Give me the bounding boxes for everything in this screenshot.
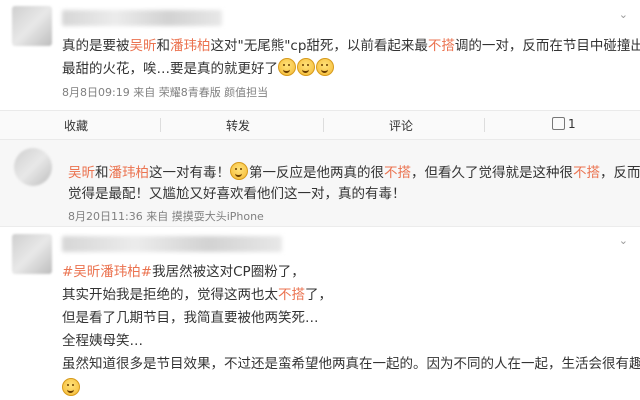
text: 调的一对，反而在节目中碰撞出 — [454, 38, 640, 54]
post-text-line-4: 全程姨母笑… — [62, 333, 143, 349]
text: 这一对有毒！ — [149, 165, 230, 181]
highlight-name[interactable]: 吴昕 — [130, 38, 157, 54]
weibo-post-3: ⌄ #吴昕潘玮柏#我居然被这对CP圈粉了， 其实开始我是拒绝的，觉得这两也太不搭… — [0, 228, 640, 400]
username-blurred[interactable] — [62, 236, 282, 252]
laughing-emoji-icon — [62, 378, 80, 396]
highlight-name[interactable]: 潘玮柏 — [170, 38, 211, 54]
highlight-keyword: 不搭 — [278, 287, 305, 303]
text: 我居然被这对CP圈粉了， — [152, 264, 305, 280]
text: 这对"无尾熊"cp甜死，以前看起来最 — [210, 38, 428, 54]
highlight-keyword: 不搭 — [573, 165, 600, 181]
avatar[interactable] — [14, 148, 52, 186]
favorite-button[interactable]: 收藏 — [64, 117, 88, 134]
text: 和 — [95, 165, 109, 181]
comment-button[interactable]: 评论 — [389, 117, 413, 134]
highlight-name[interactable]: 吴昕 — [68, 165, 95, 181]
divider — [484, 118, 485, 132]
smile-emoji-icon — [297, 58, 315, 76]
highlight-keyword: 不搭 — [384, 165, 411, 181]
post-text-line-1: #吴昕潘玮柏#我居然被这对CP圈粉了， — [62, 262, 305, 282]
post-text-line-2: 最甜的火花，唉…要是真的就更好了 — [62, 58, 335, 79]
avatar[interactable] — [12, 6, 52, 46]
post-text-line-1: 吴昕和潘玮柏这一对有毒！ 第一反应是他两真的很不搭，但看久了觉得就是这种很不搭，反… — [68, 162, 640, 183]
chevron-down-icon[interactable]: ⌄ — [619, 8, 628, 21]
smile-emoji-icon — [278, 58, 296, 76]
like-button[interactable]: 1 — [552, 117, 576, 131]
repost-button[interactable]: 转发 — [226, 117, 250, 134]
action-bar: 收藏 转发 评论 1 — [0, 110, 640, 140]
highlight-name[interactable]: 潘玮柏 — [109, 165, 150, 181]
post-meta: 8月8日09:19 来自 荣耀8青春版 颜值担当 — [62, 86, 269, 99]
text: 其实开始我是拒绝的，觉得这两也太 — [62, 287, 278, 303]
post-text-line-3: 但是看了几期节目，我简直要被他两笑死… — [62, 310, 319, 326]
text: 了， — [305, 287, 332, 303]
post-text-line-2: 其实开始我是拒绝的，觉得这两也太不搭了， — [62, 285, 332, 305]
awkward-emoji-icon — [230, 162, 248, 180]
like-count: 1 — [568, 117, 576, 131]
chevron-down-icon[interactable]: ⌄ — [619, 234, 628, 247]
highlight-keyword: 不搭 — [427, 38, 455, 54]
post-text-line-2: 觉得是最配！又尴尬又好喜欢看他们这一对，真的有毒！ — [68, 186, 406, 202]
avatar[interactable] — [12, 234, 52, 274]
hashtag-link[interactable]: #吴昕潘玮柏# — [62, 264, 152, 280]
post-text-line-1: 真的是要被吴昕和潘玮柏这对"无尾熊"cp甜死，以前看起来最不搭调的一对，反而在节… — [62, 36, 640, 56]
post-text-line-5: 虽然知道很多是节目效果，不过还是蛮希望他两真在一起的。因为不同的人在一起，生活会… — [62, 356, 640, 372]
smile-emoji-icon — [316, 58, 334, 76]
post-meta: 8月20日11:36 来自 摸摸耍大头iPhone — [68, 210, 264, 223]
text: 最甜的火花，唉…要是真的就更好了 — [62, 61, 278, 77]
text: ，反而 — [600, 165, 640, 181]
weibo-post-2: 吴昕和潘玮柏这一对有毒！ 第一反应是他两真的很不搭，但看久了觉得就是这种很不搭，反… — [0, 140, 640, 227]
divider — [160, 118, 161, 132]
thumbs-up-icon — [552, 117, 565, 130]
username-blurred[interactable] — [62, 10, 222, 26]
text: 第一反应是他两真的很 — [249, 165, 384, 181]
weibo-post-1: ⌄ 真的是要被吴昕和潘玮柏这对"无尾熊"cp甜死，以前看起来最不搭调的一对，反而… — [0, 0, 640, 108]
text: ，但看久了觉得就是这种很 — [411, 165, 573, 181]
text: 和 — [156, 38, 171, 54]
divider — [323, 118, 324, 132]
text: 真的是要被 — [62, 38, 130, 54]
